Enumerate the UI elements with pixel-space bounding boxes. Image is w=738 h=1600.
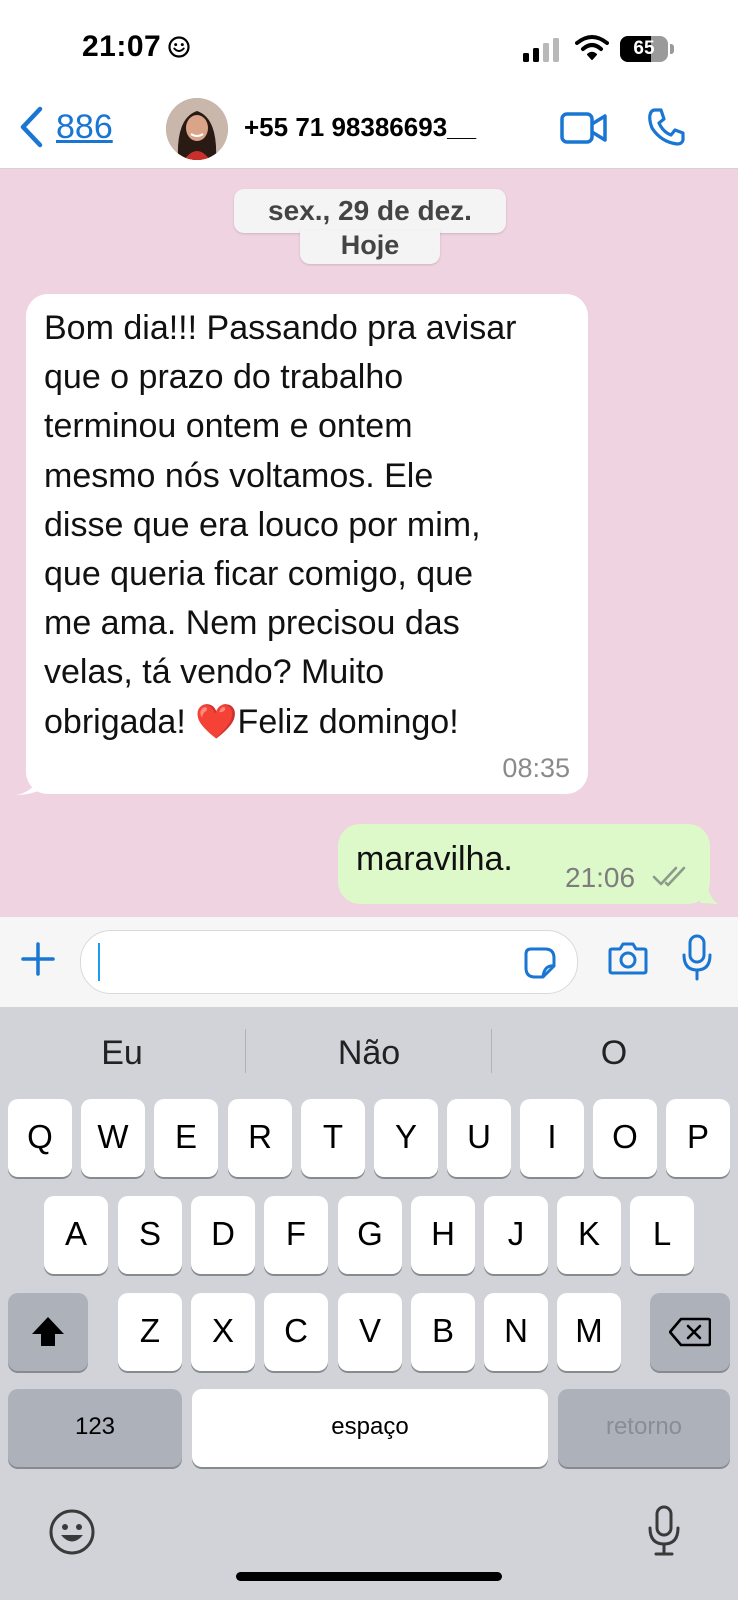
- numbers-key[interactable]: 123: [8, 1389, 182, 1467]
- suggestion-divider: [491, 1029, 492, 1073]
- outgoing-message[interactable]: maravilha. 21:06: [338, 824, 710, 904]
- key-a[interactable]: A: [44, 1196, 108, 1274]
- key-y[interactable]: Y: [374, 1099, 438, 1177]
- message-input[interactable]: [80, 930, 578, 994]
- suggestion-1[interactable]: Eu: [22, 1021, 222, 1085]
- keyboard: Eu Não O Q W E R T Y U I O P A S D F G H…: [0, 1007, 738, 1600]
- video-call-icon[interactable]: [560, 110, 608, 146]
- key-p[interactable]: P: [666, 1099, 730, 1177]
- suggestion-3[interactable]: O: [514, 1021, 714, 1085]
- chevron-left-icon: [20, 106, 43, 148]
- shift-icon: [32, 1317, 64, 1346]
- plus-icon[interactable]: [20, 941, 56, 977]
- date-separator: sex., 29 de dez.: [234, 189, 506, 233]
- return-key[interactable]: retorno: [558, 1389, 730, 1467]
- message-composer: [0, 917, 738, 1007]
- chat-area[interactable]: sex., 29 de dez. Hoje Bom dia!!! Passand…: [0, 169, 738, 917]
- phone-icon[interactable]: [646, 107, 686, 147]
- sticker-icon[interactable]: [523, 946, 557, 980]
- key-j[interactable]: J: [484, 1196, 548, 1274]
- key-c[interactable]: C: [264, 1293, 328, 1371]
- today-separator: Hoje: [300, 230, 440, 264]
- message-text: maravilha.: [356, 840, 513, 878]
- key-q[interactable]: Q: [8, 1099, 72, 1177]
- status-time: 21:07: [82, 30, 162, 63]
- contact-name[interactable]: +55 71 98386693__: [244, 112, 476, 143]
- key-g[interactable]: G: [338, 1196, 402, 1274]
- suggestion-2[interactable]: Não: [269, 1021, 469, 1085]
- key-b[interactable]: B: [411, 1293, 475, 1371]
- shift-key[interactable]: [8, 1293, 88, 1371]
- backspace-icon: [668, 1317, 712, 1347]
- key-f[interactable]: F: [264, 1196, 328, 1274]
- incoming-message[interactable]: Bom dia!!! Passando pra avisar que o pra…: [26, 294, 588, 794]
- key-o[interactable]: O: [593, 1099, 657, 1177]
- battery-tip: [670, 44, 674, 54]
- key-w[interactable]: W: [81, 1099, 145, 1177]
- space-key[interactable]: espaço: [192, 1389, 548, 1467]
- battery-icon: 65: [620, 36, 668, 62]
- contact-photo: [166, 98, 228, 160]
- unread-count: 886: [56, 107, 113, 146]
- backspace-key[interactable]: [650, 1293, 730, 1371]
- dictation-mic-icon[interactable]: [646, 1505, 682, 1557]
- home-indicator[interactable]: [236, 1572, 502, 1581]
- key-s[interactable]: S: [118, 1196, 182, 1274]
- emoji-icon[interactable]: [48, 1508, 96, 1556]
- battery-level: 65: [633, 38, 655, 59]
- read-receipt-icon: [652, 866, 686, 887]
- message-time: 08:35: [502, 753, 570, 783]
- key-l[interactable]: L: [630, 1196, 694, 1274]
- message-text: Bom dia!!! Passando pra avisar que o pra…: [44, 309, 517, 741]
- key-e[interactable]: E: [154, 1099, 218, 1177]
- key-r[interactable]: R: [228, 1099, 292, 1177]
- key-n[interactable]: N: [484, 1293, 548, 1371]
- key-k[interactable]: K: [557, 1196, 621, 1274]
- wifi-icon: [575, 35, 609, 60]
- key-u[interactable]: U: [447, 1099, 511, 1177]
- smiley-icon: [168, 36, 190, 58]
- key-i[interactable]: I: [520, 1099, 584, 1177]
- text-cursor: [98, 943, 100, 981]
- camera-icon[interactable]: [608, 941, 648, 975]
- key-v[interactable]: V: [338, 1293, 402, 1371]
- status-bar: 21:07 65: [0, 0, 738, 90]
- avatar[interactable]: [166, 98, 228, 160]
- key-t[interactable]: T: [301, 1099, 365, 1177]
- key-h[interactable]: H: [411, 1196, 475, 1274]
- key-z[interactable]: Z: [118, 1293, 182, 1371]
- cellular-signal-icon: [523, 38, 559, 62]
- key-x[interactable]: X: [191, 1293, 255, 1371]
- key-d[interactable]: D: [191, 1196, 255, 1274]
- microphone-icon[interactable]: [680, 933, 714, 983]
- suggestion-divider: [245, 1029, 246, 1073]
- key-m[interactable]: M: [557, 1293, 621, 1371]
- back-button[interactable]: 886: [18, 102, 113, 152]
- chat-header: 886 +55 71 98386693__: [0, 90, 738, 169]
- message-time: 21:06: [565, 862, 636, 893]
